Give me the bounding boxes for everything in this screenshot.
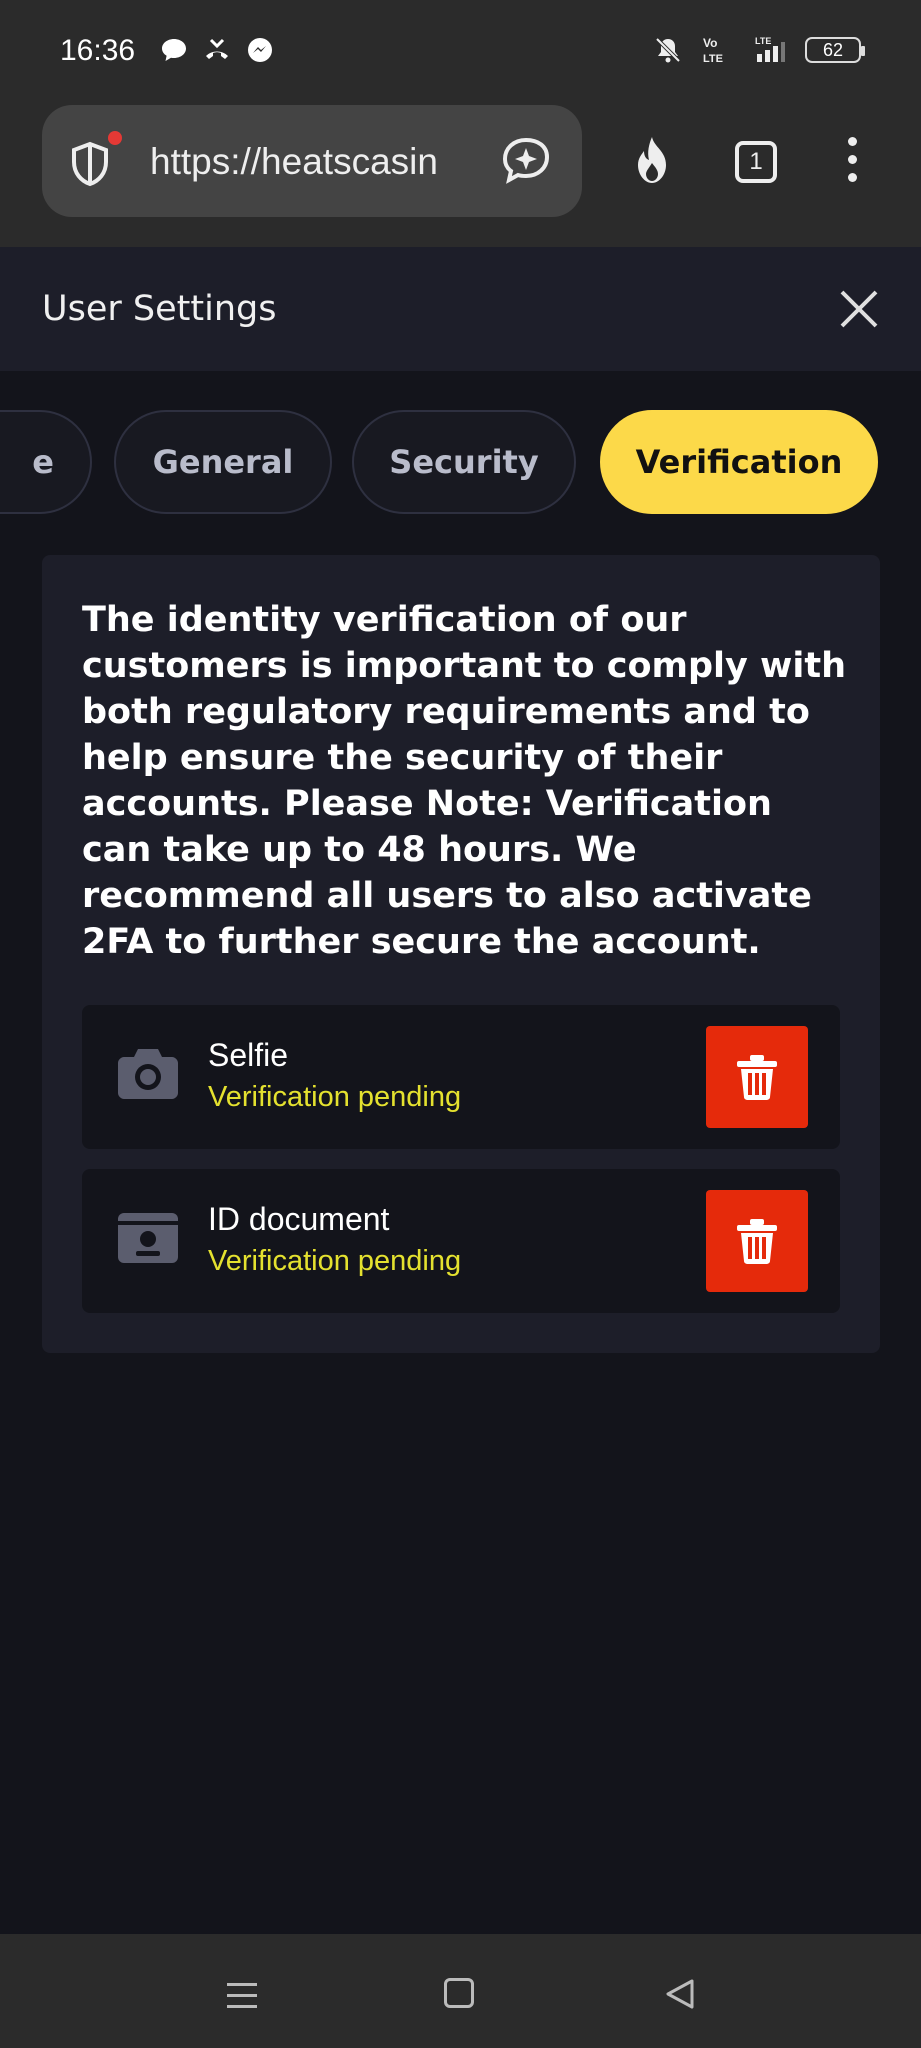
verification-intro-text: The identity verification of our custome…	[82, 600, 847, 962]
alert-dot	[108, 131, 122, 145]
document-status: Verification pending	[208, 1245, 462, 1277]
tab-previous[interactable]: e	[0, 410, 92, 514]
tab-security[interactable]: Security	[352, 410, 576, 514]
document-item-id: ID document Verification pending	[82, 1169, 840, 1313]
system-nav-bar	[0, 1934, 921, 2048]
fire-icon[interactable]	[628, 135, 676, 187]
missed-call-icon	[206, 38, 228, 59]
tab-general[interactable]: General	[114, 410, 332, 514]
document-name: ID document	[208, 1201, 390, 1237]
tab-switcher-button[interactable]: 1	[735, 141, 777, 183]
home-icon[interactable]	[444, 1978, 474, 2008]
more-menu-icon[interactable]	[848, 137, 860, 191]
document-status: Verification pending	[208, 1081, 462, 1113]
document-name: Selfie	[208, 1037, 289, 1073]
close-icon[interactable]	[838, 288, 880, 330]
delete-id-document-button[interactable]	[706, 1190, 808, 1292]
address-bar[interactable]: https://heatscasin	[42, 105, 582, 217]
modal-header: User Settings	[0, 247, 921, 371]
notification-icons	[160, 36, 274, 64]
trash-icon	[737, 1055, 777, 1100]
recent-apps-icon[interactable]	[225, 1980, 259, 2012]
url-text[interactable]: https://heatscasin	[150, 141, 480, 183]
trash-icon	[737, 1219, 777, 1264]
mute-bell-icon	[655, 37, 681, 63]
svg-text:LTE: LTE	[703, 53, 723, 65]
status-bar: 16:36 Vo LTE LTE 62	[0, 0, 921, 95]
camera-icon	[118, 1049, 178, 1099]
tab-verification[interactable]: Verification	[600, 410, 878, 514]
signal-icon: LTE	[755, 36, 785, 62]
browser-toolbar: https://heatscasin 1	[0, 95, 921, 247]
status-time: 16:36	[60, 34, 136, 67]
verification-panel: The identity verification of our custome…	[42, 555, 880, 1353]
ai-chat-icon[interactable]	[500, 135, 552, 187]
system-status-icons: Vo LTE LTE 62	[653, 34, 865, 66]
chat-bubble-icon	[162, 39, 186, 61]
settings-tabs: e General Security Verification	[0, 410, 921, 516]
battery-indicator: 62	[805, 37, 865, 63]
back-icon[interactable]	[664, 1978, 696, 2010]
delete-selfie-button[interactable]	[706, 1026, 808, 1128]
svg-text:Vo: Vo	[703, 36, 717, 50]
id-card-icon	[118, 1213, 178, 1263]
volte-icon: Vo LTE	[703, 36, 723, 65]
document-item-selfie: Selfie Verification pending	[82, 1005, 840, 1149]
modal-title: User Settings	[42, 289, 277, 329]
messenger-icon	[248, 38, 272, 62]
svg-text:LTE: LTE	[755, 36, 771, 46]
shield-icon[interactable]	[66, 140, 114, 188]
